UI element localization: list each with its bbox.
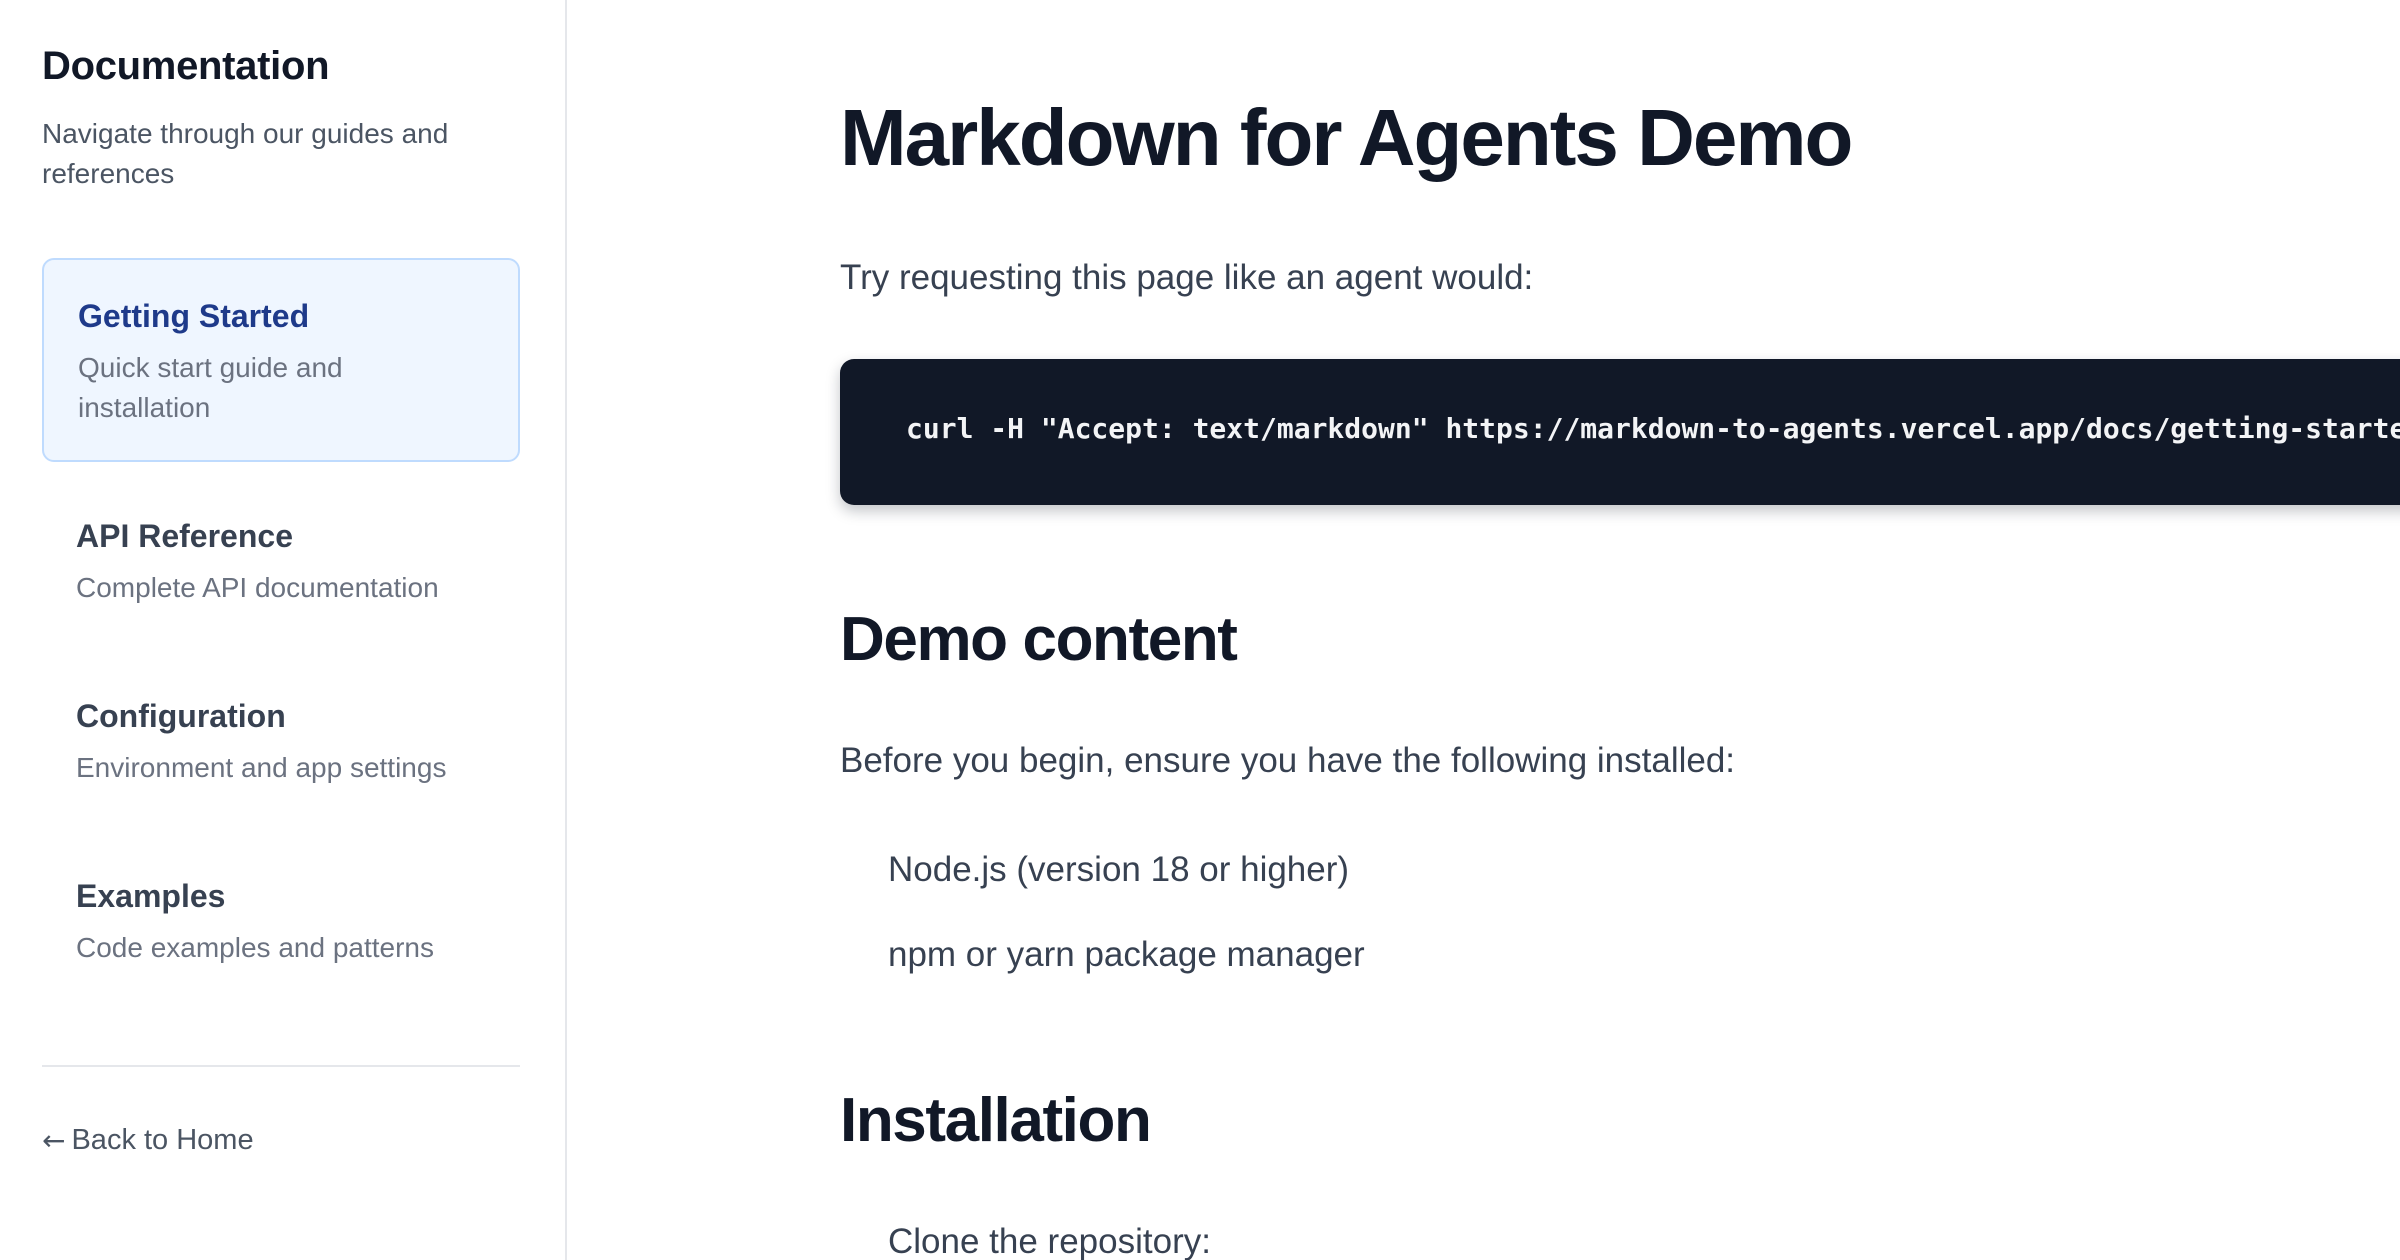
list-item: npm or yarn package manager [888, 935, 1365, 974]
code-snippet[interactable]: curl -H "Accept: text/markdown" https://… [906, 412, 2400, 445]
nav-item-label: API Reference [76, 518, 293, 554]
code-block: curl -H "Accept: text/markdown" https://… [840, 359, 2400, 505]
sidebar-divider [42, 1065, 520, 1067]
section-heading: Demo content [840, 605, 1238, 674]
nav-item-description: Code examples and patterns [76, 932, 434, 963]
arrow-left-icon: ← [42, 1124, 66, 1157]
main-content: Markdown for Agents Demo Try requesting … [569, 0, 2400, 1260]
nav-item-description: Environment and app settings [76, 752, 447, 783]
list-item: Clone the repository: [888, 1222, 1211, 1260]
back-link-label: Back to Home [71, 1124, 254, 1156]
sidebar-subtitle: Navigate through our guides and referenc… [42, 118, 449, 189]
page-title: Markdown for Agents Demo [840, 93, 1853, 182]
nav-item-getting-started[interactable]: Getting Started Quick start guide and in… [42, 258, 520, 462]
nav-item-label: Getting Started [78, 298, 310, 334]
nav-item-api-reference[interactable]: API Reference Complete API documentation [42, 502, 520, 622]
back-to-home-link[interactable]: ← Back to Home [42, 1124, 254, 1157]
nav-item-examples[interactable]: Examples Code examples and patterns [42, 862, 520, 982]
nav-item-description: Complete API documentation [76, 572, 439, 603]
section-heading: Installation [840, 1086, 1152, 1155]
nav-item-label: Configuration [76, 698, 286, 734]
sidebar-title: Documentation [42, 44, 330, 88]
section-paragraph: Before you begin, ensure you have the fo… [840, 741, 1736, 780]
list-item: Node.js (version 18 or higher) [888, 850, 1350, 889]
nav-item-configuration[interactable]: Configuration Environment and app settin… [42, 682, 520, 802]
intro-text: Try requesting this page like an agent w… [840, 258, 1534, 297]
nav-item-label: Examples [76, 878, 226, 914]
sidebar: Documentation Navigate through our guide… [0, 0, 567, 1260]
nav-item-description: Quick start guide and installation [78, 352, 343, 423]
docs-page: Documentation Navigate through our guide… [0, 0, 2400, 1260]
